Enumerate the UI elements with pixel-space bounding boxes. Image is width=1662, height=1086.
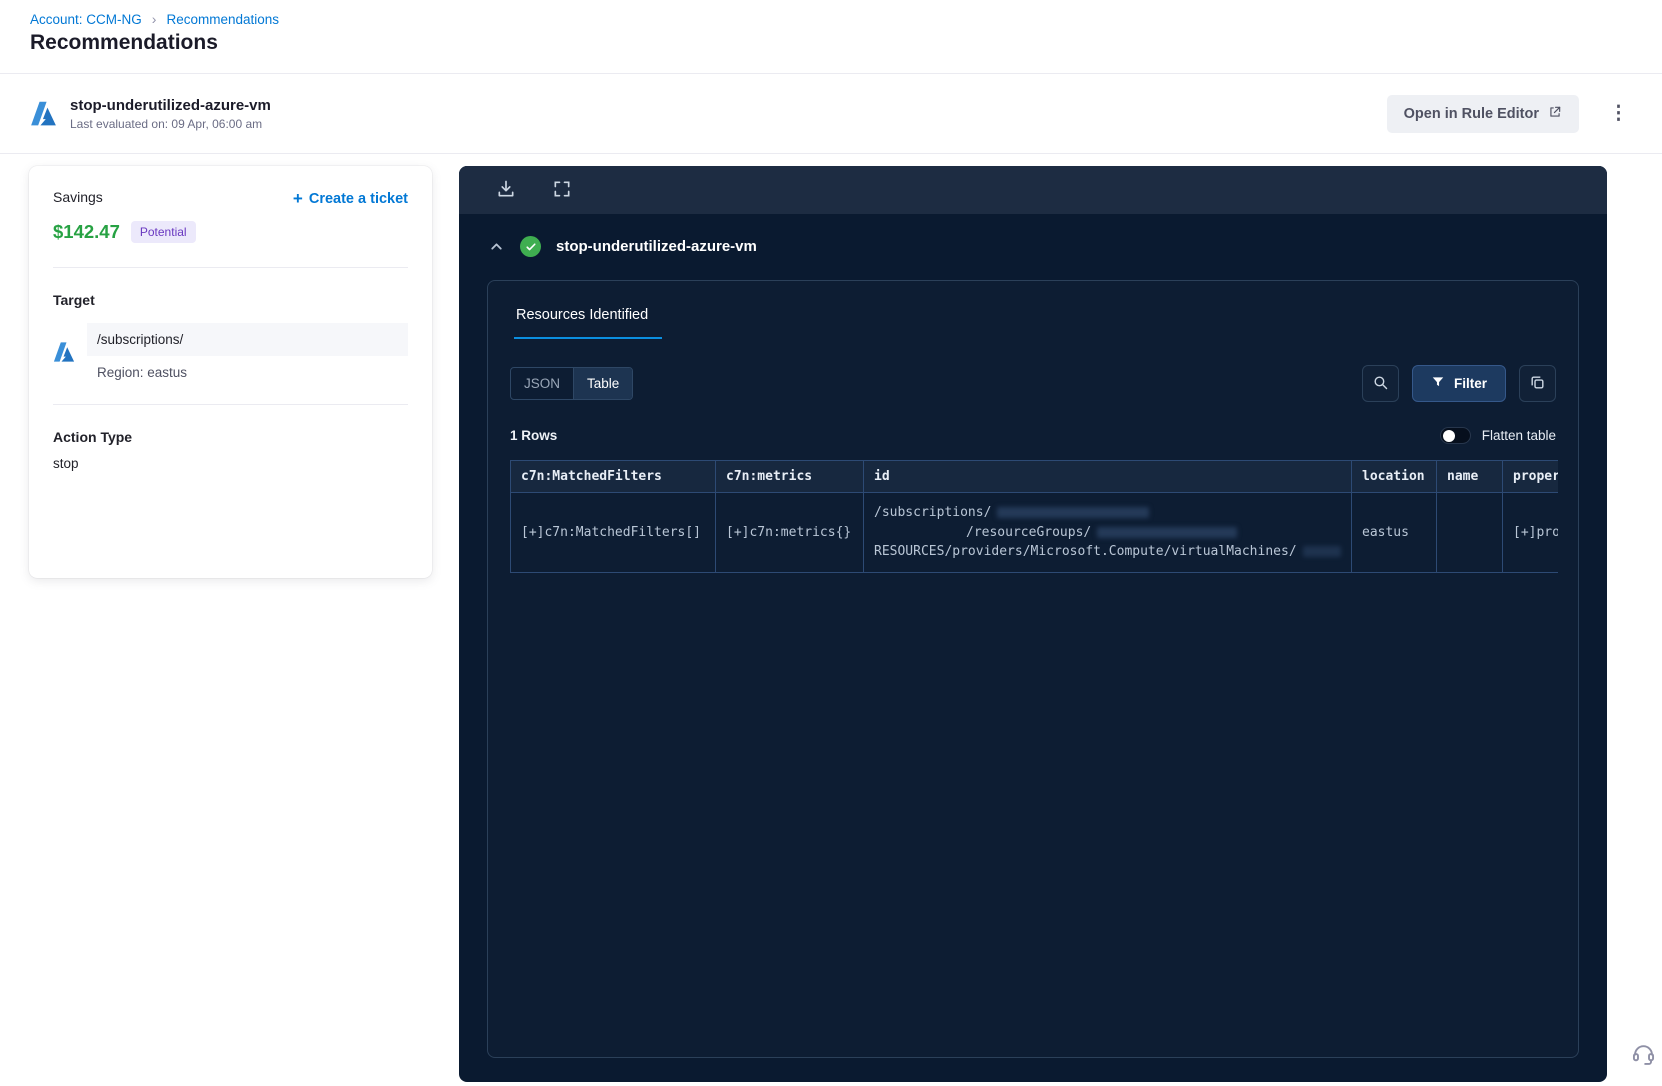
target-row: /subscriptions/ Region: eastus (53, 323, 408, 380)
support-button[interactable] (1630, 1040, 1657, 1070)
savings-card: Savings + Create a ticket $142.47 Potent… (29, 166, 432, 578)
cell-matched-filters-expander[interactable]: [+]c7n:MatchedFilters[] (510, 492, 716, 573)
target-label: Target (53, 292, 95, 308)
resources-table: c7n:MatchedFilters c7n:metrics id locati… (510, 460, 1558, 573)
action-type-value: stop (53, 456, 79, 471)
search-button[interactable] (1361, 365, 1399, 402)
create-ticket-button[interactable]: + Create a ticket (293, 189, 408, 209)
azure-target-icon (53, 341, 75, 363)
external-link-icon (1548, 105, 1562, 123)
search-icon (1372, 374, 1389, 394)
savings-amount: $142.47 (53, 221, 120, 242)
column-header-name: name (1436, 460, 1503, 493)
breadcrumb-recommendations-link[interactable]: Recommendations (166, 12, 279, 27)
cell-location: eastus (1351, 492, 1437, 573)
success-check-icon (520, 236, 541, 257)
kebab-menu-icon[interactable]: ⋮ (1605, 100, 1632, 127)
column-header-location: location (1351, 460, 1437, 493)
tab-resources-identified[interactable]: Resources Identified (514, 305, 662, 339)
id-line-1: /subscriptions/ (874, 505, 992, 520)
card-divider (53, 267, 408, 268)
card-divider (53, 404, 408, 405)
open-in-rule-editor-button[interactable]: Open in Rule Editor (1386, 94, 1579, 133)
table-scroll-area[interactable]: c7n:MatchedFilters c7n:metrics id locati… (510, 460, 1558, 573)
rule-identity: stop-underutilized-azure-vm Last evaluat… (70, 97, 271, 131)
view-json-button[interactable]: JSON (511, 368, 573, 399)
table-header-row: c7n:MatchedFilters c7n:metrics id locati… (510, 460, 1558, 493)
download-icon (496, 180, 516, 202)
flatten-table-toggle[interactable] (1439, 427, 1471, 444)
azure-logo-icon (30, 100, 57, 127)
table-row: [+]c7n:MatchedFilters[] [+]c7n:metrics{}… (510, 492, 1558, 573)
filter-label: Filter (1453, 376, 1487, 391)
redacted-text (1302, 546, 1341, 557)
collapse-chevron-icon[interactable] (487, 238, 505, 256)
id-line-3: RESOURCES/providers/Microsoft.Compute/vi… (874, 544, 1297, 559)
plus-icon: + (292, 189, 303, 208)
redacted-text (1097, 526, 1238, 538)
filter-button[interactable]: Filter (1411, 365, 1506, 402)
panel-toolbar (459, 166, 1607, 214)
cell-id: /subscriptions/ /resourceGroups/ RESOURC… (863, 492, 1352, 573)
breadcrumb: Account: CCM-NG › Recommendations (30, 11, 279, 27)
panel-rule-row: stop-underutilized-azure-vm (459, 214, 1607, 257)
breadcrumb-account-link[interactable]: Account: CCM-NG (30, 12, 142, 27)
rule-name: stop-underutilized-azure-vm (70, 96, 271, 114)
resources-identified-card: Resources Identified JSON Table Filter 1… (487, 280, 1579, 1058)
table-right-controls: Filter (1361, 365, 1556, 402)
page-title: Recommendations (30, 31, 218, 54)
view-table-button[interactable]: Table (573, 368, 633, 399)
savings-card-top: Savings + Create a ticket (53, 189, 408, 209)
download-button[interactable] (495, 179, 517, 201)
table-controls-row: JSON Table Filter (510, 365, 1556, 402)
target-lines: /subscriptions/ Region: eastus (87, 323, 408, 380)
panel-rule-name: stop-underutilized-azure-vm (556, 238, 757, 255)
id-line-2: /resourceGroups/ (966, 524, 1092, 540)
open-in-rule-editor-label: Open in Rule Editor (1403, 105, 1539, 122)
rows-summary-row: 1 Rows Flatten table (510, 427, 1556, 444)
target-region: Region: eastus (97, 365, 188, 380)
expand-icon (552, 181, 572, 202)
rule-last-evaluated: Last evaluated on: 09 Apr, 06:00 am (70, 116, 263, 131)
results-panel: stop-underutilized-azure-vm Resources Id… (459, 166, 1607, 1082)
cell-name (1436, 492, 1503, 573)
savings-amount-row: $142.47 Potential (53, 221, 408, 243)
copy-icon (1529, 374, 1546, 394)
action-type-label: Action Type (53, 429, 133, 445)
column-header-id: id (863, 460, 1352, 493)
view-mode-segmented-control: JSON Table (510, 367, 634, 400)
filter-funnel-icon (1431, 375, 1445, 392)
potential-badge: Potential (130, 221, 196, 243)
cell-metrics-expander[interactable]: [+]c7n:metrics{} (715, 492, 864, 573)
column-header-metrics: c7n:metrics (715, 460, 864, 493)
savings-label: Savings (53, 189, 103, 205)
cell-properties-expander[interactable]: [+]properties{} (1502, 492, 1558, 573)
redacted-text (997, 507, 1150, 518)
chevron-right-icon: › (151, 11, 157, 27)
copy-button[interactable] (1519, 365, 1556, 402)
flatten-control: Flatten table (1439, 427, 1556, 444)
toggle-knob (1442, 429, 1455, 442)
create-ticket-label: Create a ticket (308, 191, 408, 207)
column-header-properties: properties (1502, 460, 1558, 493)
rows-count: 1 Rows (510, 428, 558, 443)
recommendations-page: Account: CCM-NG › Recommendations Recomm… (0, 0, 1662, 1086)
column-header-matched-filters: c7n:MatchedFilters (510, 460, 716, 493)
headset-icon (1630, 1045, 1657, 1070)
target-path: /subscriptions/ (87, 323, 408, 356)
rule-header: stop-underutilized-azure-vm Last evaluat… (0, 73, 1662, 154)
flatten-table-label: Flatten table (1481, 428, 1556, 443)
expand-fullscreen-button[interactable] (551, 179, 573, 201)
